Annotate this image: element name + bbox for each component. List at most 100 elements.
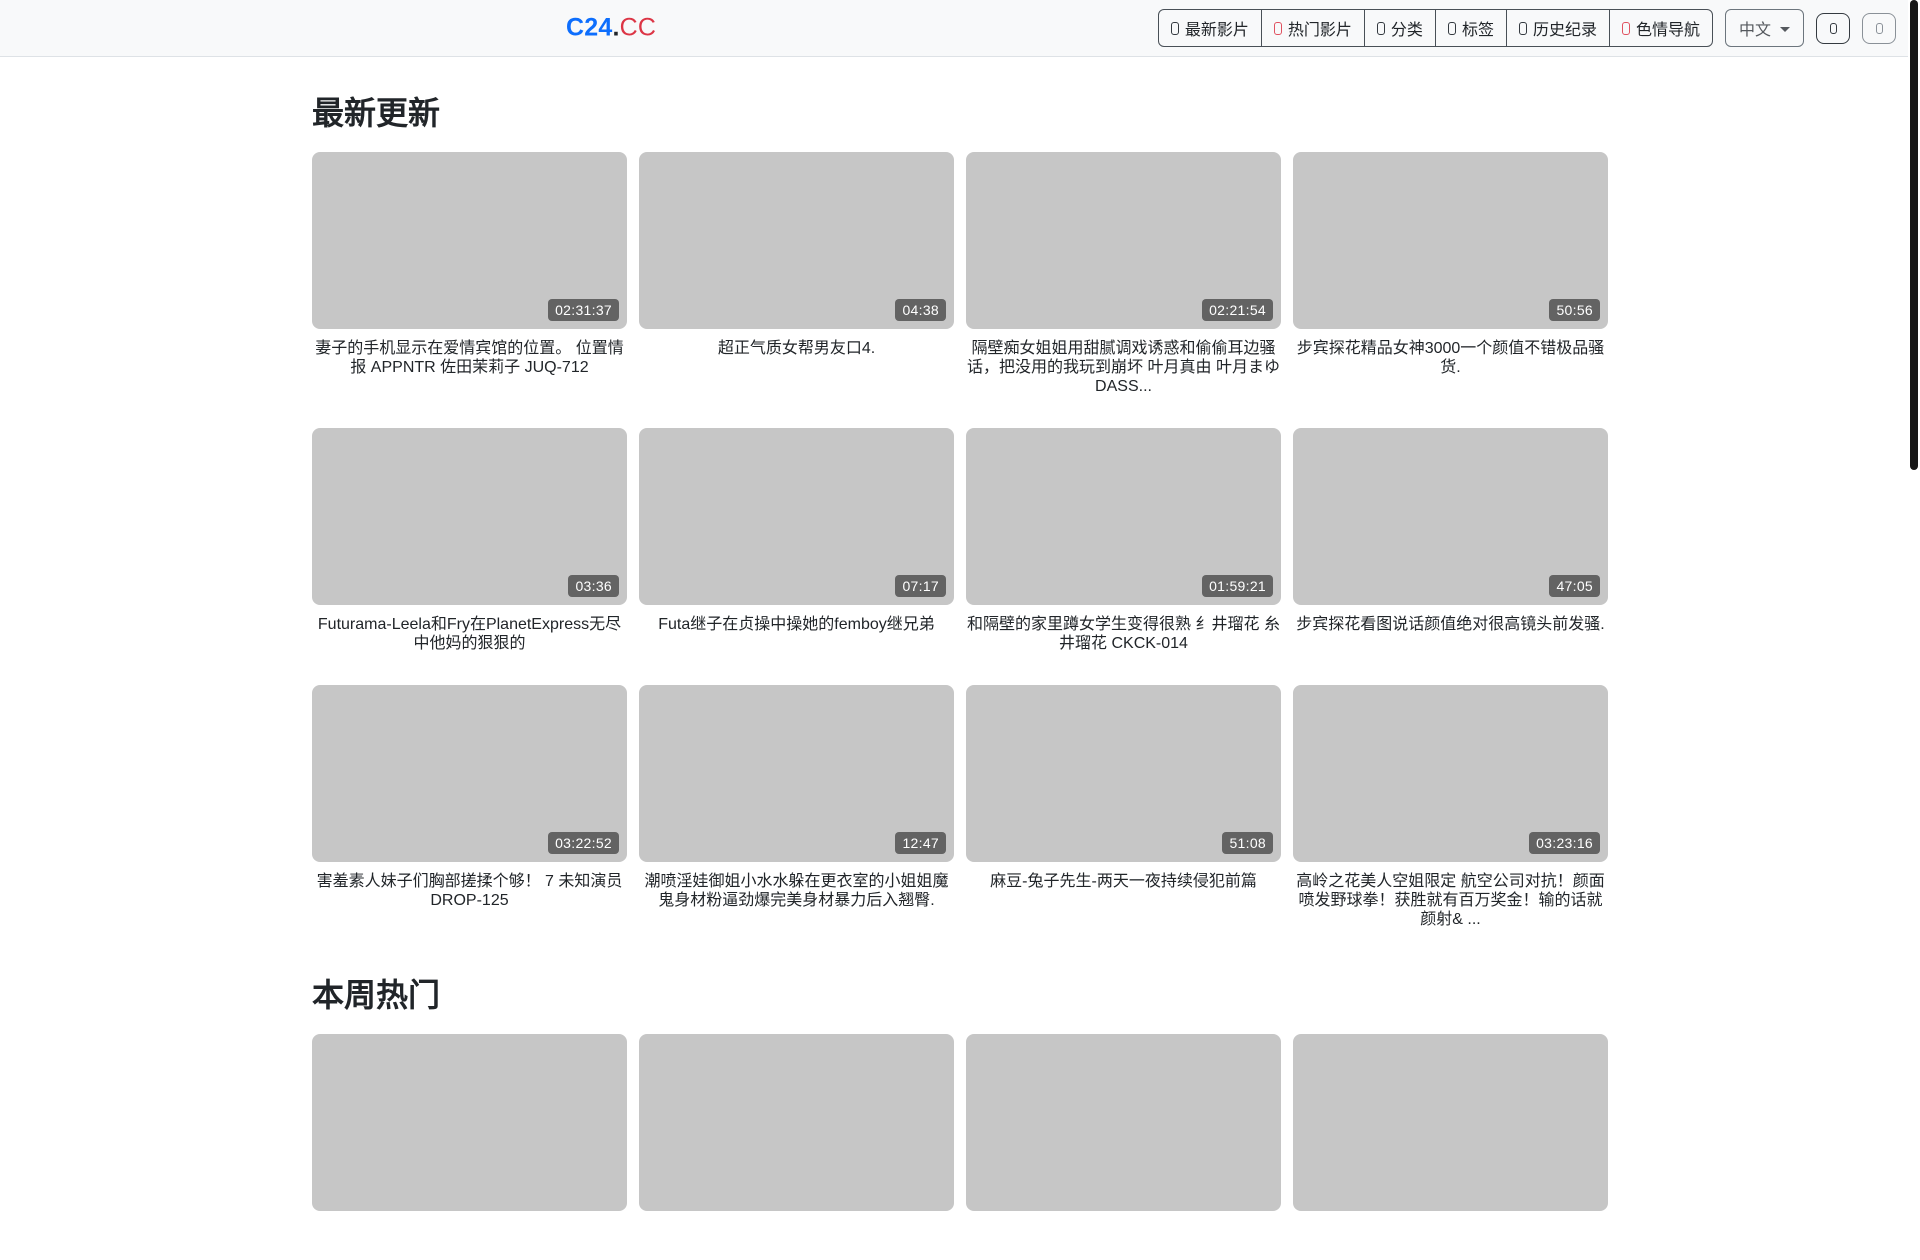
- nav-button-3[interactable]: 分类: [1363, 9, 1436, 47]
- video-title[interactable]: 高岭之花美人空姐限定 航空公司对抗！颜面喷发野球拳！获胜就有百万奖金！输的话就颜…: [1293, 872, 1608, 930]
- logo-dot: .: [612, 13, 620, 42]
- video-title[interactable]: [966, 1221, 1281, 1260]
- nav-button-label: 色情导航: [1635, 22, 1700, 39]
- video-card[interactable]: 02:21:54 隔壁痴女姐姐用甜腻调戏诱惑和偷偷耳边骚话，把没用的我玩到崩坏 …: [966, 152, 1281, 397]
- video-title[interactable]: [639, 1221, 954, 1260]
- video-thumbnail[interactable]: 47:05: [1293, 427, 1608, 605]
- video-section: 最新更新 02:31:37 妻子的手机显示在爱情宾馆的位置。 位置情报 APPN…: [312, 88, 1608, 929]
- nav-button-label: 历史纪录: [1532, 22, 1597, 39]
- video-title[interactable]: 步宾探花精品女神3000一个颜值不错极品骚货.: [1293, 339, 1608, 378]
- video-thumbnail[interactable]: [639, 1034, 954, 1212]
- video-title[interactable]: 潮喷淫娃御姐小水水躲在更衣室的小姐姐魔鬼身材粉逼劲爆完美身材暴力后入翘臀.: [639, 872, 954, 911]
- navbar: C24.CC 最新影片 热门影片 分类 标签 历史纪录 色情导航 中文: [0, 0, 1920, 57]
- nav-button-label: 最新影片: [1184, 22, 1249, 39]
- video-thumbnail[interactable]: 03:22:52: [312, 684, 627, 862]
- nav-button-label: 分类: [1390, 22, 1423, 39]
- nav-icon-button-1[interactable]: [1816, 12, 1850, 44]
- language-dropdown[interactable]: 中文: [1724, 9, 1804, 47]
- section-title: 最新更新: [312, 95, 441, 131]
- main-menu-group: 最新影片 热门影片 分类 标签 历史纪录 色情导航: [1157, 9, 1713, 47]
- video-card[interactable]: [639, 1034, 954, 1260]
- video-card[interactable]: [1293, 1034, 1608, 1260]
- video-card[interactable]: [312, 1034, 627, 1260]
- video-thumbnail[interactable]: 04:38: [639, 152, 954, 329]
- logo-part-red: CC: [619, 13, 657, 42]
- video-card[interactable]: 01:59:21 和隔壁的家里蹲女学生变得很熟 纟井瑠花 糸井瑠花 CKCK-0…: [966, 427, 1281, 654]
- video-thumbnail[interactable]: 01:59:21: [966, 427, 1281, 605]
- video-title[interactable]: [1293, 1221, 1608, 1260]
- video-card[interactable]: 12:47 潮喷淫娃御姐小水水躲在更衣室的小姐姐魔鬼身材粉逼劲爆完美身材暴力后入…: [639, 684, 954, 930]
- nav-button-4[interactable]: 标签: [1434, 9, 1507, 47]
- scrollbar-thumb[interactable]: [1910, 0, 1918, 470]
- fire-icon: [1273, 21, 1282, 35]
- video-title[interactable]: 隔壁痴女姐姐用甜腻调戏诱惑和偷偷耳边骚话，把没用的我玩到崩坏 叶月真由 叶月まゆ…: [966, 339, 1281, 397]
- placeholder-glyph-icon: [1875, 22, 1883, 34]
- nav-button-6[interactable]: 色情导航: [1608, 9, 1713, 47]
- video-title[interactable]: Futurama-Leela和Fry在PlanetExpress无尽中他妈的狠狠…: [312, 615, 627, 654]
- nav-button-5[interactable]: 历史纪录: [1505, 9, 1610, 47]
- video-thumbnail[interactable]: 03:36: [312, 427, 627, 605]
- video-section: 本周热门: [312, 970, 1608, 1260]
- nav-button-label: 标签: [1461, 22, 1494, 39]
- compass-icon: [1621, 21, 1630, 35]
- navbar-right-controls: 最新影片 热门影片 分类 标签 历史纪录 色情导航 中文: [1157, 9, 1896, 47]
- video-card[interactable]: [966, 1034, 1281, 1260]
- nav-button-label: 热门影片: [1287, 22, 1352, 39]
- video-card[interactable]: 50:56 步宾探花精品女神3000一个颜值不错极品骚货.: [1293, 152, 1608, 397]
- duration-badge: 51:08: [1222, 831, 1273, 854]
- scrollbar-track: [1908, 0, 1920, 1080]
- video-grid: [312, 1034, 1608, 1260]
- video-card[interactable]: 07:17 Futa继子在贞操中操她的femboy继兄弟: [639, 427, 954, 654]
- duration-badge: 47:05: [1549, 574, 1600, 597]
- history-icon: [1518, 21, 1527, 35]
- chevron-down-icon: [1780, 26, 1790, 32]
- duration-badge: 02:21:54: [1202, 299, 1273, 321]
- video-card[interactable]: 03:36 Futurama-Leela和Fry在PlanetExpress无尽…: [312, 427, 627, 654]
- video-title[interactable]: 和隔壁的家里蹲女学生变得很熟 纟井瑠花 糸井瑠花 CKCK-014: [966, 615, 1281, 654]
- video-title[interactable]: 超正气质女帮男友口4.: [639, 339, 954, 378]
- video-thumbnail[interactable]: [966, 1034, 1281, 1212]
- video-thumbnail[interactable]: 02:31:37: [312, 152, 627, 329]
- video-thumbnail[interactable]: [312, 1034, 627, 1212]
- video-thumbnail[interactable]: 03:23:16: [1293, 684, 1608, 862]
- video-title[interactable]: 害羞素人妹子们胸部搓揉个够！ 7 未知演员 DROP-125: [312, 872, 627, 911]
- video-card[interactable]: 02:31:37 妻子的手机显示在爱情宾馆的位置。 位置情报 APPNTR 佐田…: [312, 152, 627, 397]
- nav-button-2[interactable]: 热门影片: [1260, 9, 1365, 47]
- video-card[interactable]: 03:22:52 害羞素人妹子们胸部搓揉个够！ 7 未知演员 DROP-125: [312, 684, 627, 930]
- video-grid: 02:31:37 妻子的手机显示在爱情宾馆的位置。 位置情报 APPNTR 佐田…: [312, 152, 1608, 929]
- duration-badge: 02:31:37: [548, 299, 619, 321]
- duration-badge: 50:56: [1549, 299, 1600, 321]
- video-card[interactable]: 04:38 超正气质女帮男友口4.: [639, 152, 954, 397]
- video-card[interactable]: 03:23:16 高岭之花美人空姐限定 航空公司对抗！颜面喷发野球拳！获胜就有百…: [1293, 684, 1608, 930]
- duration-badge: 03:22:52: [548, 831, 619, 854]
- film-icon: [1170, 21, 1179, 35]
- section-title: 本周热门: [312, 977, 441, 1014]
- tag-icon: [1447, 21, 1456, 35]
- logo-part-blue: C24: [566, 13, 613, 42]
- video-card[interactable]: 51:08 麻豆-兔子先生-两天一夜持续侵犯前篇: [966, 684, 1281, 930]
- duration-badge: 12:47: [895, 831, 946, 854]
- video-title[interactable]: [312, 1221, 627, 1260]
- duration-badge: 01:59:21: [1202, 574, 1273, 597]
- video-title[interactable]: 步宾探花看图说话颜值绝对很高镜头前发骚.: [1293, 615, 1608, 654]
- video-card[interactable]: 47:05 步宾探花看图说话颜值绝对很高镜头前发骚.: [1293, 427, 1608, 654]
- video-thumbnail[interactable]: 12:47: [639, 684, 954, 862]
- video-thumbnail[interactable]: 51:08: [966, 684, 1281, 862]
- site-logo[interactable]: C24.CC: [566, 14, 656, 43]
- category-icon: [1376, 21, 1385, 35]
- duration-badge: 03:36: [568, 574, 619, 597]
- video-title[interactable]: 妻子的手机显示在爱情宾馆的位置。 位置情报 APPNTR 佐田茉莉子 JUQ-7…: [312, 339, 627, 378]
- nav-button-1[interactable]: 最新影片: [1157, 9, 1262, 47]
- language-label: 中文: [1738, 22, 1771, 39]
- video-thumbnail[interactable]: 02:21:54: [966, 152, 1281, 329]
- duration-badge: 04:38: [895, 299, 946, 321]
- video-thumbnail[interactable]: [1293, 1034, 1608, 1212]
- video-title[interactable]: Futa继子在贞操中操她的femboy继兄弟: [639, 615, 954, 654]
- nav-icon-button-2[interactable]: [1862, 12, 1896, 44]
- placeholder-glyph-icon: [1829, 22, 1837, 34]
- video-thumbnail[interactable]: 50:56: [1293, 152, 1608, 329]
- duration-badge: 07:17: [895, 574, 946, 597]
- video-thumbnail[interactable]: 07:17: [639, 427, 954, 605]
- video-title[interactable]: 麻豆-兔子先生-两天一夜持续侵犯前篇: [966, 872, 1281, 911]
- duration-badge: 03:23:16: [1529, 831, 1600, 854]
